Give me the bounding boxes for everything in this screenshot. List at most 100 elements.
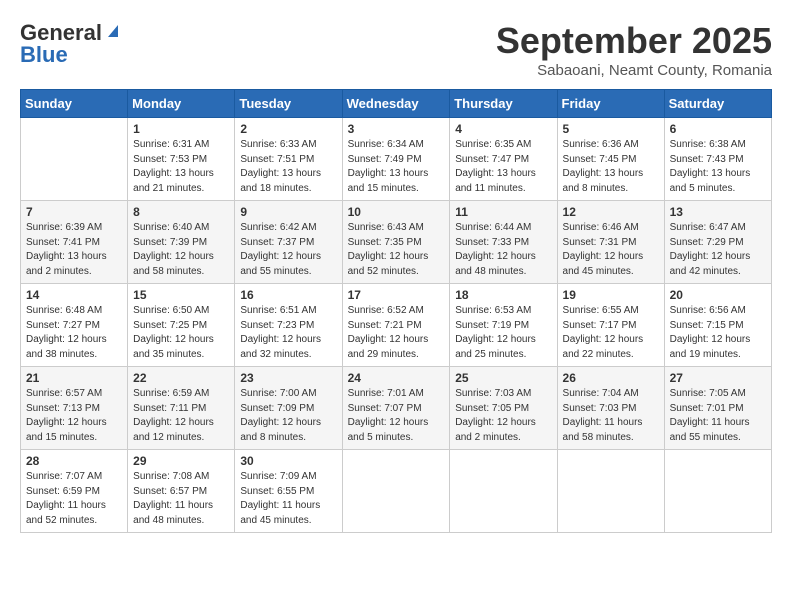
day-number: 8: [133, 205, 229, 219]
day-info: Sunrise: 6:50 AMSunset: 7:25 PMDaylight:…: [133, 304, 229, 362]
calendar-cell: 20Sunrise: 6:56 AMSunset: 7:15 PMDayligh…: [664, 284, 771, 367]
day-info: Sunrise: 6:44 AMSunset: 7:33 PMDaylight:…: [455, 221, 551, 279]
calendar-cell: 14Sunrise: 6:48 AMSunset: 7:27 PMDayligh…: [21, 284, 128, 367]
day-number: 23: [240, 371, 336, 385]
weekday-header-tuesday: Tuesday: [235, 90, 342, 118]
calendar-cell: [342, 450, 450, 533]
weekday-header-saturday: Saturday: [664, 90, 771, 118]
day-info: Sunrise: 6:52 AMSunset: 7:21 PMDaylight:…: [348, 304, 445, 362]
day-info: Sunrise: 6:38 AMSunset: 7:43 PMDaylight:…: [670, 138, 766, 196]
day-number: 21: [26, 371, 122, 385]
day-number: 15: [133, 288, 229, 302]
calendar-cell: 15 Sunrise: 6:50 AMSunset: 7:25 PMDayligh…: [128, 284, 235, 367]
day-number: 25: [455, 371, 551, 385]
calendar-cell: 12 Sunrise: 6:46 AMSunset: 7:31 PMDayligh…: [557, 201, 664, 284]
day-number: 4: [455, 122, 551, 136]
day-number: 1: [133, 122, 229, 136]
calendar-week-row: 21Sunrise: 6:57 AMSunset: 7:13 PMDayligh…: [21, 367, 772, 450]
weekday-header-wednesday: Wednesday: [342, 90, 450, 118]
day-info: Sunrise: 6:33 AMSunset: 7:51 PMDaylight:…: [240, 138, 336, 196]
day-number: 3: [348, 122, 445, 136]
day-number: 30: [240, 454, 336, 468]
calendar-cell: 2 Sunrise: 6:33 AMSunset: 7:51 PMDaylight…: [235, 118, 342, 201]
day-info: Sunrise: 6:31 AMSunset: 7:53 PMDaylight:…: [133, 138, 229, 196]
calendar-cell: [450, 450, 557, 533]
calendar-cell: 29 Sunrise: 7:08 AMSunset: 6:57 PMDayligh…: [128, 450, 235, 533]
calendar-cell: 16Sunrise: 6:51 AMSunset: 7:23 PMDayligh…: [235, 284, 342, 367]
page-header: General Blue September 2025 Sabaoani, Ne…: [20, 20, 772, 79]
day-number: 10: [348, 205, 445, 219]
weekday-header-sunday: Sunday: [21, 90, 128, 118]
calendar-cell: 13 Sunrise: 6:47 AMSunset: 7:29 PMDayligh…: [664, 201, 771, 284]
calendar-week-row: 28 Sunrise: 7:07 AMSunset: 6:59 PMDayligh…: [21, 450, 772, 533]
day-number: 28: [26, 454, 122, 468]
calendar-cell: [664, 450, 771, 533]
calendar-cell: 18Sunrise: 6:53 AMSunset: 7:19 PMDayligh…: [450, 284, 557, 367]
calendar-header-row: SundayMondayTuesdayWednesdayThursdayFrid…: [21, 90, 772, 118]
day-number: 14: [26, 288, 122, 302]
day-info: Sunrise: 6:42 AMSunset: 7:37 PMDaylight:…: [240, 221, 336, 279]
day-number: 19: [563, 288, 659, 302]
calendar-week-row: 14Sunrise: 6:48 AMSunset: 7:27 PMDayligh…: [21, 284, 772, 367]
day-info: Sunrise: 6:35 AMSunset: 7:47 PMDaylight:…: [455, 138, 551, 196]
title-block: September 2025 Sabaoani, Neamt County, R…: [496, 20, 772, 79]
day-info: Sunrise: 6:51 AMSunset: 7:23 PMDaylight:…: [240, 304, 336, 362]
day-info: Sunrise: 6:47 AMSunset: 7:29 PMDaylight:…: [670, 221, 766, 279]
calendar-week-row: 7Sunrise: 6:39 AMSunset: 7:41 PMDaylight…: [21, 201, 772, 284]
day-number: 17: [348, 288, 445, 302]
calendar-cell: 21Sunrise: 6:57 AMSunset: 7:13 PMDayligh…: [21, 367, 128, 450]
calendar-cell: 8Sunrise: 6:40 AMSunset: 7:39 PMDaylight…: [128, 201, 235, 284]
day-info: Sunrise: 6:39 AMSunset: 7:41 PMDaylight:…: [26, 221, 122, 279]
day-number: 12: [563, 205, 659, 219]
calendar-week-row: 1 Sunrise: 6:31 AMSunset: 7:53 PMDaylight…: [21, 118, 772, 201]
day-number: 5: [563, 122, 659, 136]
day-number: 26: [563, 371, 659, 385]
calendar-cell: 4 Sunrise: 6:35 AMSunset: 7:47 PMDaylight…: [450, 118, 557, 201]
day-info: Sunrise: 7:08 AMSunset: 6:57 PMDaylight:…: [133, 470, 229, 528]
day-number: 11: [455, 205, 551, 219]
calendar-cell: 1 Sunrise: 6:31 AMSunset: 7:53 PMDaylight…: [128, 118, 235, 201]
day-info: Sunrise: 6:34 AMSunset: 7:49 PMDaylight:…: [348, 138, 445, 196]
calendar-cell: [21, 118, 128, 201]
day-info: Sunrise: 7:03 AMSunset: 7:05 PMDaylight:…: [455, 387, 551, 445]
day-number: 13: [670, 205, 766, 219]
day-number: 2: [240, 122, 336, 136]
day-info: Sunrise: 7:07 AMSunset: 6:59 PMDaylight:…: [26, 470, 122, 528]
day-info: Sunrise: 6:59 AMSunset: 7:11 PMDaylight:…: [133, 387, 229, 445]
logo: General Blue: [20, 20, 120, 68]
day-number: 6: [670, 122, 766, 136]
calendar-cell: 27 Sunrise: 7:05 AMSunset: 7:01 PMDayligh…: [664, 367, 771, 450]
day-info: Sunrise: 7:01 AMSunset: 7:07 PMDaylight:…: [348, 387, 445, 445]
calendar-table: SundayMondayTuesdayWednesdayThursdayFrid…: [20, 89, 772, 533]
day-info: Sunrise: 6:36 AMSunset: 7:45 PMDaylight:…: [563, 138, 659, 196]
day-info: Sunrise: 6:53 AMSunset: 7:19 PMDaylight:…: [455, 304, 551, 362]
month-title: September 2025: [496, 20, 772, 62]
calendar-cell: 3 Sunrise: 6:34 AMSunset: 7:49 PMDaylight…: [342, 118, 450, 201]
day-number: 22: [133, 371, 229, 385]
day-info: Sunrise: 6:46 AMSunset: 7:31 PMDaylight:…: [563, 221, 659, 279]
calendar-cell: 22 Sunrise: 6:59 AMSunset: 7:11 PMDayligh…: [128, 367, 235, 450]
calendar-cell: 19 Sunrise: 6:55 AMSunset: 7:17 PMDayligh…: [557, 284, 664, 367]
day-number: 24: [348, 371, 445, 385]
logo-blue-text: Blue: [20, 42, 68, 68]
calendar-cell: 6 Sunrise: 6:38 AMSunset: 7:43 PMDaylight…: [664, 118, 771, 201]
day-info: Sunrise: 7:05 AMSunset: 7:01 PMDaylight:…: [670, 387, 766, 445]
calendar-cell: 28 Sunrise: 7:07 AMSunset: 6:59 PMDayligh…: [21, 450, 128, 533]
day-number: 27: [670, 371, 766, 385]
calendar-cell: 26Sunrise: 7:04 AMSunset: 7:03 PMDayligh…: [557, 367, 664, 450]
weekday-header-thursday: Thursday: [450, 90, 557, 118]
calendar-cell: 30 Sunrise: 7:09 AMSunset: 6:55 PMDayligh…: [235, 450, 342, 533]
day-info: Sunrise: 6:56 AMSunset: 7:15 PMDaylight:…: [670, 304, 766, 362]
location-subtitle: Sabaoani, Neamt County, Romania: [496, 62, 772, 79]
weekday-header-monday: Monday: [128, 90, 235, 118]
calendar-cell: 7Sunrise: 6:39 AMSunset: 7:41 PMDaylight…: [21, 201, 128, 284]
calendar-cell: 23 Sunrise: 7:00 AMSunset: 7:09 PMDayligh…: [235, 367, 342, 450]
calendar-cell: 5 Sunrise: 6:36 AMSunset: 7:45 PMDaylight…: [557, 118, 664, 201]
day-info: Sunrise: 6:55 AMSunset: 7:17 PMDaylight:…: [563, 304, 659, 362]
day-info: Sunrise: 7:00 AMSunset: 7:09 PMDaylight:…: [240, 387, 336, 445]
calendar-cell: [557, 450, 664, 533]
day-number: 29: [133, 454, 229, 468]
calendar-cell: 11 Sunrise: 6:44 AMSunset: 7:33 PMDayligh…: [450, 201, 557, 284]
calendar-cell: 25 Sunrise: 7:03 AMSunset: 7:05 PMDayligh…: [450, 367, 557, 450]
day-info: Sunrise: 7:09 AMSunset: 6:55 PMDaylight:…: [240, 470, 336, 528]
